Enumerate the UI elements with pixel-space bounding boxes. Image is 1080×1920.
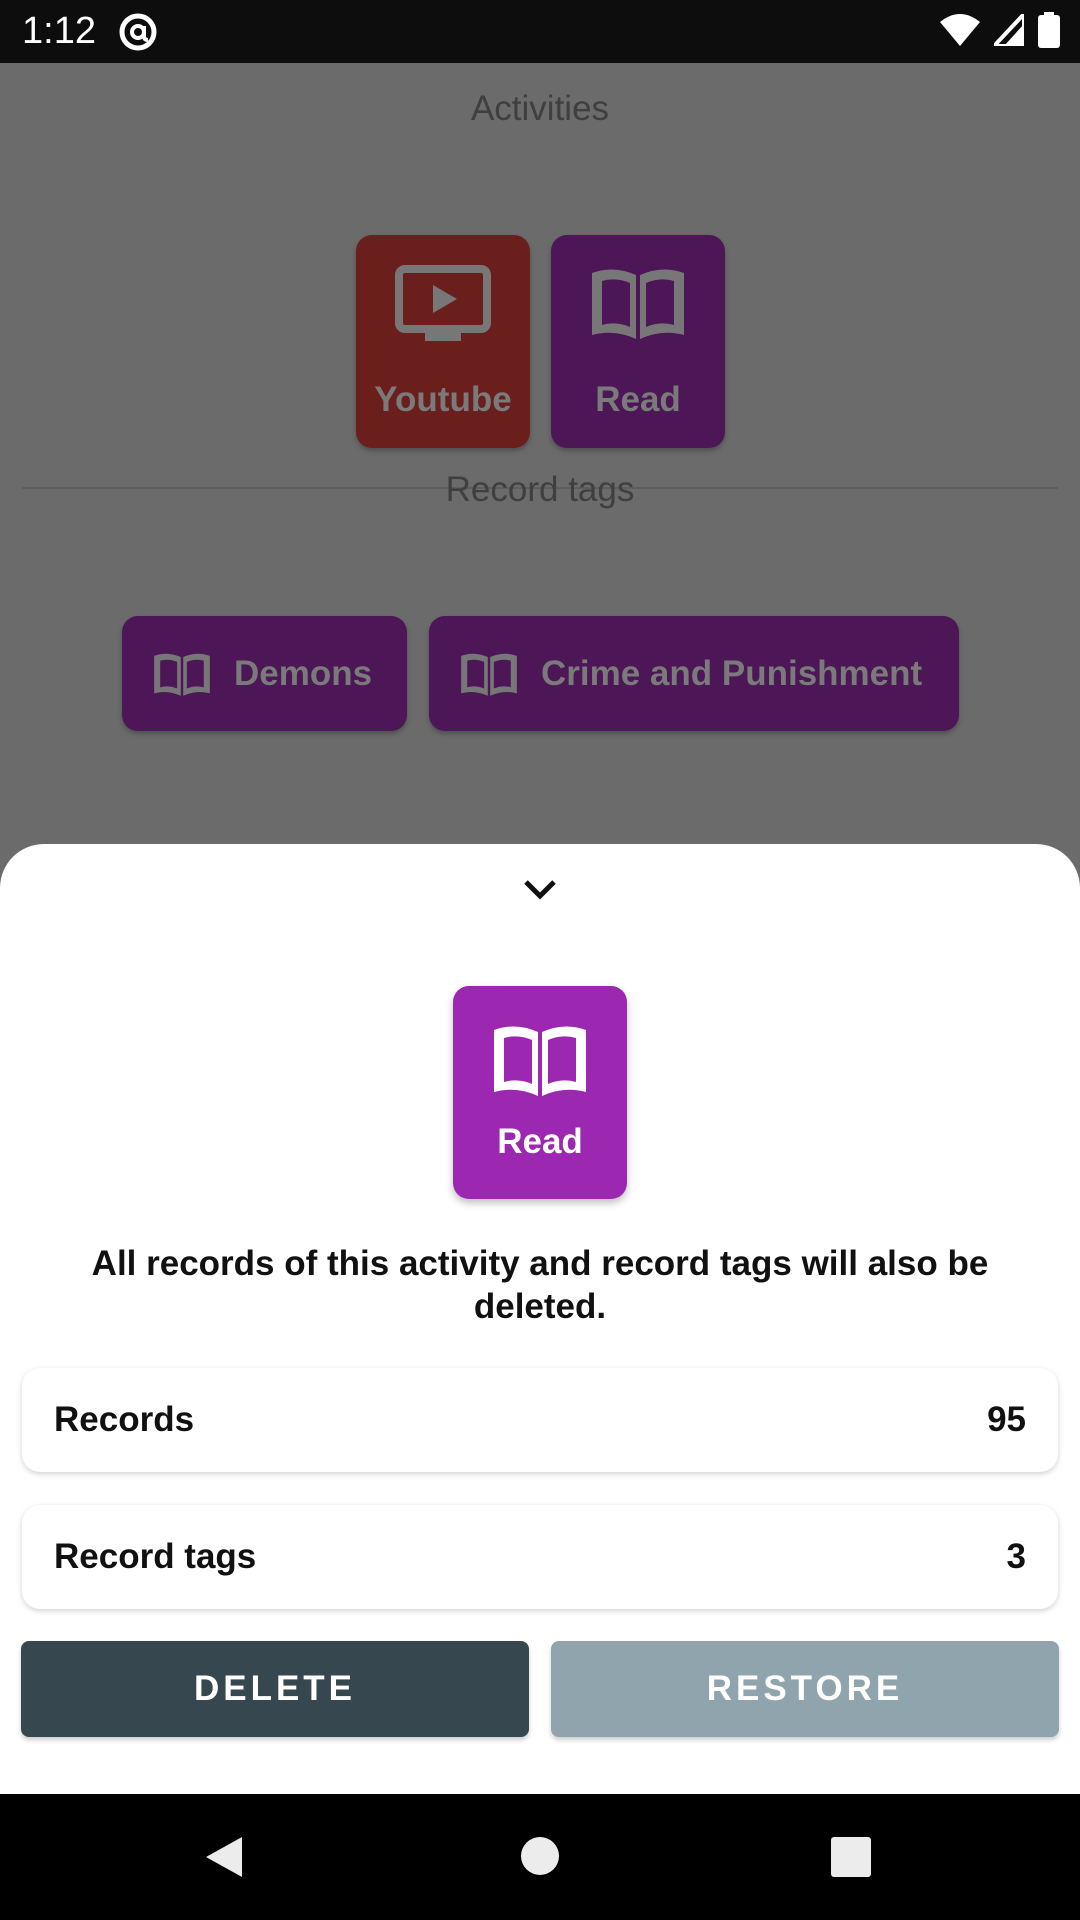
chevron-down-icon[interactable] [522, 878, 558, 902]
record-tags-title: Record tags [445, 470, 635, 509]
activities-title: Activities [470, 89, 610, 128]
record-tag-demons[interactable]: Demons [122, 616, 407, 731]
activity-tile-youtube[interactable]: Youtube [356, 235, 530, 448]
stat-value: 95 [987, 1400, 1026, 1439]
records-count-card: Records 95 [22, 1368, 1058, 1472]
record-tags-count-card: Record tags 3 [22, 1505, 1058, 1609]
record-tag-label: Demons [234, 653, 373, 693]
status-icons [940, 12, 1060, 48]
at-sign-icon [119, 13, 157, 51]
book-open-icon [494, 1026, 586, 1096]
wifi-icon [940, 14, 980, 46]
activity-label: Read [595, 380, 681, 419]
activity-preview-label: Read [497, 1122, 583, 1161]
stat-label: Records [54, 1400, 195, 1439]
status-bar: 1:12 [0, 0, 1080, 63]
tv-play-icon [395, 265, 491, 341]
activity-preview-read: Read [453, 986, 627, 1199]
battery-icon [1038, 12, 1060, 48]
navigation-bar [0, 1794, 1080, 1920]
stat-label: Record tags [54, 1537, 257, 1576]
recents-icon[interactable] [831, 1837, 871, 1877]
home-icon[interactable] [521, 1837, 559, 1875]
activity-tile-read[interactable]: Read [551, 235, 725, 448]
delete-button[interactable]: DELETE [21, 1641, 529, 1737]
status-time: 1:12 [22, 10, 96, 52]
delete-warning-text: All records of this activity and record … [91, 1244, 989, 1326]
book-open-icon [592, 269, 684, 339]
book-open-icon [154, 653, 210, 696]
back-icon[interactable] [204, 1835, 244, 1879]
restore-button[interactable]: RESTORE [551, 1641, 1059, 1737]
record-tag-crime-and-punishment[interactable]: Crime and Punishment [429, 616, 959, 731]
activity-label: Youtube [374, 380, 512, 419]
book-open-icon [461, 653, 517, 696]
signal-icon [994, 14, 1024, 46]
stat-value: 3 [1006, 1537, 1026, 1576]
record-tag-label: Crime and Punishment [541, 653, 923, 693]
delete-bottom-sheet: Read All records of this activity and re… [0, 844, 1080, 1794]
